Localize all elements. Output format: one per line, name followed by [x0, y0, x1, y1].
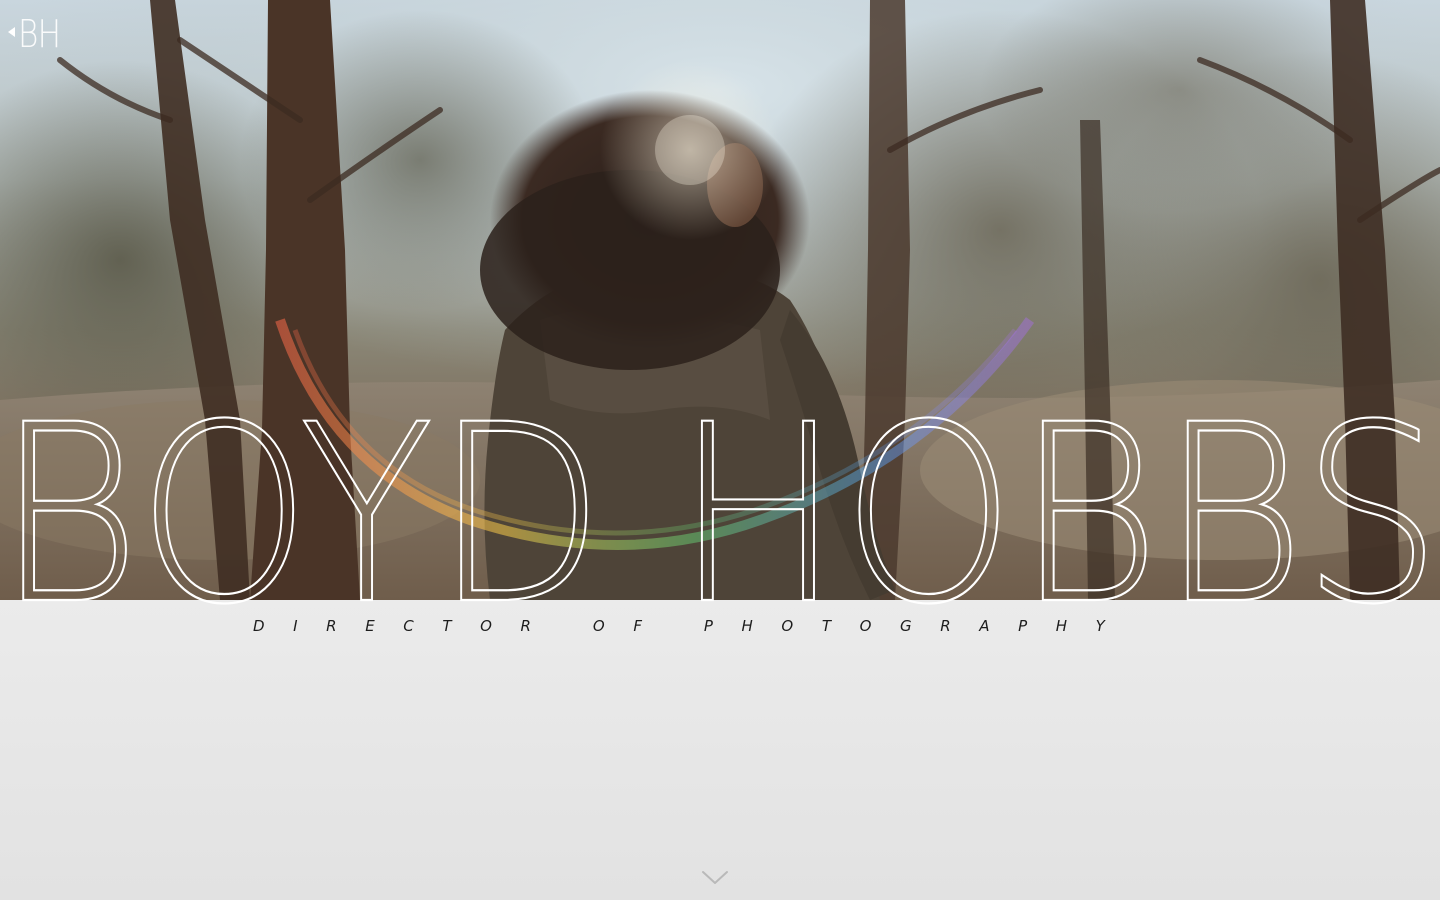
- logo-text: BH: [18, 12, 61, 56]
- subtitle-text: DIRECTOR OF PHOTOGRAPHY: [253, 617, 1134, 635]
- scroll-down-button[interactable]: [701, 868, 729, 888]
- logo-link[interactable]: BH: [8, 14, 69, 54]
- back-arrow-icon: [8, 27, 15, 37]
- site-title-svg: BOYD HOBBS BOYD HOBBS: [0, 372, 1440, 660]
- chevron-down-icon: [702, 871, 728, 884]
- subtitle: DIRECTOR OF PHOTOGRAPHY: [0, 614, 1440, 638]
- site-title: BOYD HOBBS BOYD HOBBS: [0, 372, 1440, 660]
